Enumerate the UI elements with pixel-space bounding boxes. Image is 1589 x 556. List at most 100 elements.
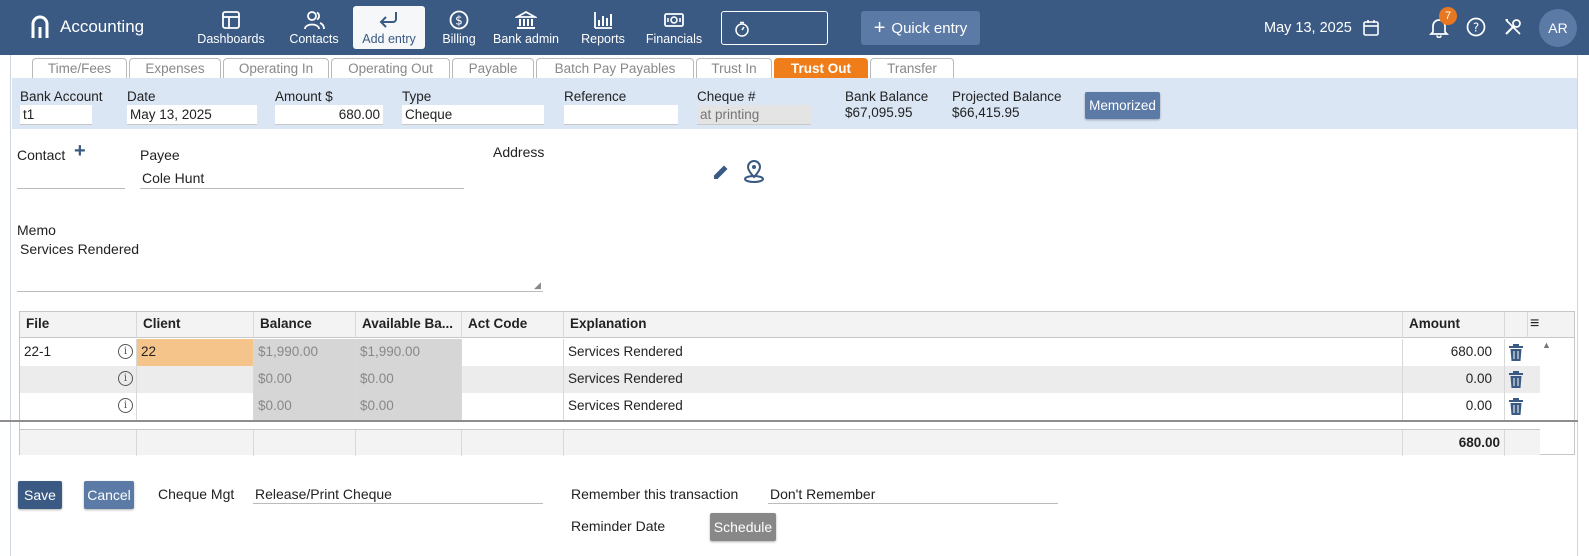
bank-balance-label: Bank Balance (845, 89, 929, 104)
cancel-button[interactable]: Cancel (84, 481, 134, 509)
nav-add-entry[interactable]: Add entry (353, 6, 425, 49)
row-client[interactable] (137, 366, 254, 393)
add-contact-icon[interactable]: + (74, 140, 86, 163)
notification-badge: 7 (1439, 7, 1457, 25)
address-label: Address (493, 144, 545, 160)
info-icon[interactable]: i (118, 344, 133, 359)
table-row: 22-1 i 22 $1,990.00 $1,990.00 Services R… (20, 339, 1540, 366)
col-available-balance[interactable]: Available Ba... (356, 312, 462, 338)
map-pin-icon[interactable] (741, 158, 767, 184)
frame-border-left (10, 55, 11, 556)
contact-label: Contact (17, 147, 66, 163)
cash-icon (664, 13, 684, 27)
projected-balance-label: Projected Balance (952, 89, 1062, 104)
row-explanation[interactable]: Services Rendered (564, 339, 1403, 366)
col-file[interactable]: File (20, 312, 137, 338)
col-explanation[interactable]: Explanation (564, 312, 1403, 338)
col-act-code[interactable]: Act Code (462, 312, 564, 338)
payee-value[interactable]: Cole Hunt (142, 170, 204, 186)
row-amount[interactable]: 0.00 (1403, 393, 1505, 420)
tab-trust-in[interactable]: Trust In (696, 58, 772, 78)
contact-field[interactable] (17, 188, 125, 189)
row-amount[interactable]: 0.00 (1403, 366, 1505, 393)
total-cell (356, 430, 462, 456)
tab-batch-pay-payables[interactable]: Batch Pay Payables (536, 58, 694, 78)
reference-field[interactable] (564, 105, 678, 125)
nav-contacts[interactable]: Contacts (285, 6, 343, 49)
row-client[interactable]: 22 (137, 339, 254, 366)
row-client[interactable] (137, 393, 254, 420)
calendar-icon (1363, 20, 1379, 36)
amount-label: Amount $ (275, 89, 333, 104)
timer-button[interactable] (721, 11, 828, 45)
tab-operating-out[interactable]: Operating Out (331, 58, 450, 78)
user-avatar[interactable]: AR (1539, 9, 1577, 47)
row-available-balance: $0.00 (356, 393, 462, 420)
date-field[interactable] (127, 105, 257, 125)
nav-reports[interactable]: Reports (577, 6, 629, 49)
delete-trash-icon[interactable] (1508, 371, 1524, 389)
col-amount[interactable]: Amount (1403, 312, 1505, 338)
projected-balance-value: $66,415.95 (952, 105, 1020, 120)
nav-billing[interactable]: $ Billing (434, 6, 484, 49)
total-cell (254, 430, 356, 456)
row-available-balance: $0.00 (356, 366, 462, 393)
remember-transaction-label: Remember this transaction (571, 486, 739, 502)
col-client[interactable]: Client (137, 312, 254, 338)
col-actions (1505, 312, 1528, 338)
delete-trash-icon[interactable] (1508, 344, 1524, 362)
info-icon[interactable]: i (118, 398, 133, 413)
info-icon[interactable]: i (118, 371, 133, 386)
tab-transfer[interactable]: Transfer (870, 58, 954, 78)
table-row: i $0.00 $0.00 Services Rendered 0.00 (20, 366, 1540, 393)
tab-trust-out[interactable]: Trust Out (774, 58, 868, 78)
date-label: Date (127, 89, 156, 104)
tools-icon[interactable] (1502, 16, 1524, 38)
scroll-up-arrow[interactable]: ▲ (1542, 340, 1551, 350)
nav-add-entry-label: Add entry (362, 32, 416, 46)
bank-account-label: Bank Account (20, 89, 103, 104)
column-menu-icon[interactable]: ≡ (1530, 315, 1539, 333)
col-balance[interactable]: Balance (254, 312, 356, 338)
row-explanation[interactable]: Services Rendered (564, 366, 1403, 393)
row-explanation[interactable]: Services Rendered (564, 393, 1403, 420)
schedule-button[interactable]: Schedule (710, 513, 776, 541)
table-row: i $0.00 $0.00 Services Rendered 0.00 (20, 393, 1540, 420)
row-amount[interactable]: 680.00 (1403, 339, 1505, 366)
nav-bank-admin[interactable]: Bank admin (490, 6, 562, 49)
contacts-icon (304, 11, 325, 30)
current-date[interactable]: May 13, 2025 (1264, 19, 1380, 37)
nav-dashboards[interactable]: Dashboards (195, 6, 267, 49)
help-icon[interactable]: ? (1465, 16, 1487, 38)
type-label: Type (402, 89, 432, 104)
delete-trash-icon[interactable] (1508, 398, 1524, 416)
memo-value[interactable]: Services Rendered (20, 241, 139, 257)
total-cell (137, 430, 254, 456)
edit-pencil-icon[interactable] (711, 162, 731, 182)
enter-arrow-icon (379, 12, 397, 28)
bar-chart-icon (594, 12, 612, 29)
nav-bank-admin-label: Bank admin (492, 32, 559, 46)
row-balance: $0.00 (254, 393, 356, 420)
tab-operating-in[interactable]: Operating In (223, 58, 329, 78)
nav-financials-label: Financials (645, 32, 703, 46)
save-button[interactable]: Save (18, 481, 62, 509)
resize-handle-icon[interactable]: ◢ (534, 280, 541, 291)
bank-account-field[interactable] (20, 105, 92, 125)
app-brand[interactable]: Accounting (30, 15, 144, 39)
row-act-code[interactable] (462, 393, 564, 420)
amount-field[interactable] (275, 105, 383, 125)
memorized-button[interactable]: Memorized (1085, 92, 1160, 119)
row-act-code[interactable] (462, 366, 564, 393)
quick-entry-button[interactable]: + Quick entry (861, 11, 980, 45)
row-act-code[interactable] (462, 339, 564, 366)
remember-transaction-select[interactable]: Don't Remember (770, 486, 875, 502)
tab-payable[interactable]: Payable (452, 58, 534, 78)
type-field[interactable] (402, 105, 544, 125)
app-logo-icon (31, 15, 49, 38)
cheque-mgt-underline (253, 503, 543, 504)
cheque-mgt-select[interactable]: Release/Print Cheque (255, 486, 392, 502)
tab-time-fees[interactable]: Time/Fees (32, 58, 127, 78)
tab-expenses[interactable]: Expenses (129, 58, 221, 78)
nav-financials[interactable]: Financials (643, 6, 705, 49)
